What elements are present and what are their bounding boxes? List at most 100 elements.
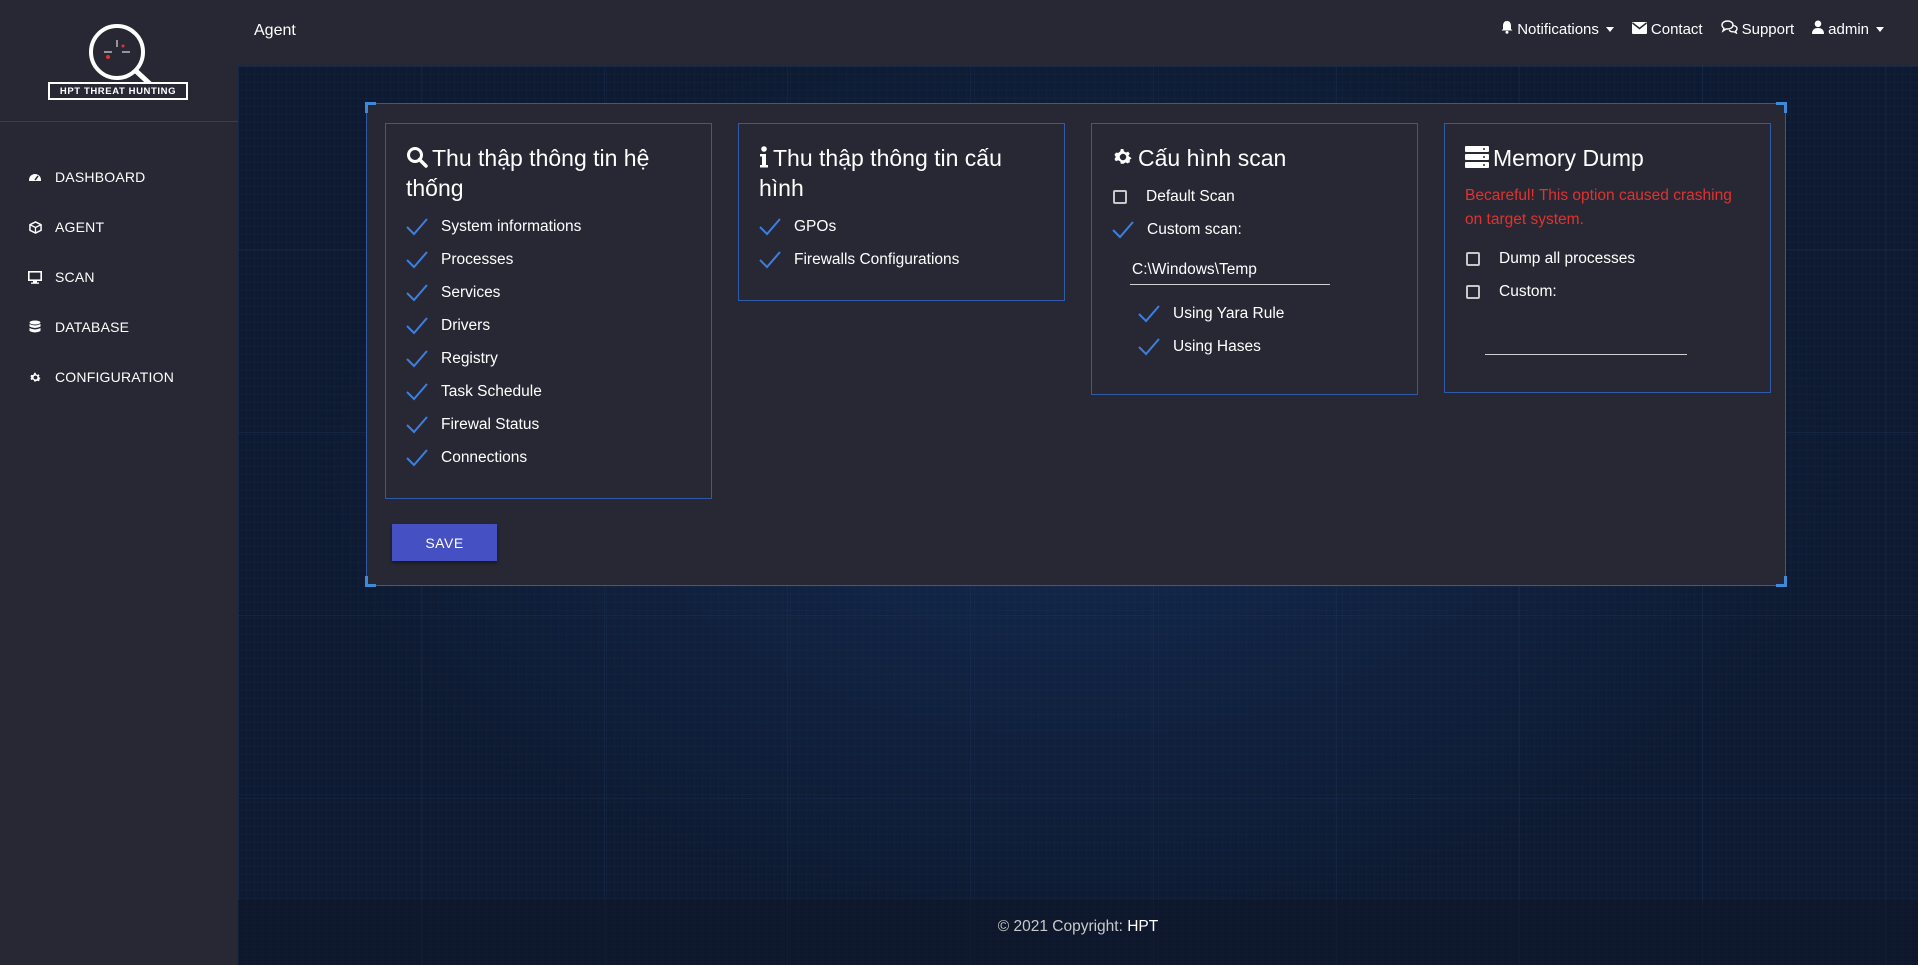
- memory-dump-card: Memory Dump Becareful! This option cause…: [1444, 123, 1771, 393]
- contact-label: Contact: [1650, 20, 1703, 38]
- checkmark-icon[interactable]: [406, 217, 428, 237]
- system-info-item[interactable]: Processes: [406, 243, 711, 276]
- bell-icon: [1501, 20, 1513, 38]
- system-info-item-label: Processes: [441, 250, 514, 268]
- main-content: Thu thập thông tin hệ thống System infor…: [238, 66, 1918, 965]
- database-icon: [28, 320, 42, 334]
- system-info-item[interactable]: Connections: [406, 441, 711, 474]
- custom-scan-path-input[interactable]: [1130, 256, 1330, 285]
- card-title: Cấu hình scan: [1092, 124, 1417, 174]
- memory-dump-warning: Becareful! This option caused crashing o…: [1465, 187, 1732, 228]
- sidebar-nav: DASHBOARD AGENT SCAN DATABASE CONFIGURAT…: [0, 152, 238, 402]
- panel-corner: [365, 576, 376, 587]
- search-icon: [406, 146, 428, 174]
- custom-dump-input[interactable]: [1485, 334, 1687, 355]
- save-button[interactable]: SAVE: [392, 524, 497, 561]
- config-info-list: GPOs Firewalls Configurations: [739, 202, 1064, 276]
- sidebar-item-dashboard[interactable]: DASHBOARD: [0, 152, 238, 202]
- yara-checkmark-icon[interactable]: [1138, 304, 1160, 324]
- config-info-item-label: GPOs: [794, 217, 837, 235]
- custom-dump-option[interactable]: Custom:: [1465, 275, 1770, 308]
- system-info-item-label: Firewal Status: [441, 415, 540, 433]
- gear-icon: [28, 370, 42, 384]
- dashboard-icon: [28, 170, 42, 184]
- system-info-item-label: Drivers: [441, 316, 491, 334]
- footer: © 2021 Copyright: HPT: [238, 900, 1918, 965]
- sidebar-item-label: AGENT: [55, 219, 105, 235]
- sidebar-item-configuration[interactable]: CONFIGURATION: [0, 352, 238, 402]
- system-info-item[interactable]: Task Schedule: [406, 375, 711, 408]
- checkmark-icon[interactable]: [406, 382, 428, 402]
- hashes-checkmark-icon[interactable]: [1138, 337, 1160, 357]
- comments-icon: [1720, 20, 1738, 38]
- copyright-text: © 2021 Copyright:: [997, 918, 1123, 935]
- scan-suboptions: Using Yara Rule Using Hases: [1092, 285, 1417, 363]
- system-info-item[interactable]: Firewal Status: [406, 408, 711, 441]
- config-info-item[interactable]: Firewalls Configurations: [759, 243, 1064, 276]
- notifications-dropdown[interactable]: Notifications: [1501, 20, 1614, 38]
- logo[interactable]: HPT THREAT HUNTING: [0, 0, 238, 122]
- info-icon: [759, 146, 769, 174]
- config-info-item[interactable]: GPOs: [759, 210, 1064, 243]
- topbar: Agent Notifications Contact Support admi…: [238, 0, 1918, 66]
- system-info-item-label: Registry: [441, 349, 498, 367]
- support-label: Support: [1741, 20, 1795, 38]
- checkmark-icon[interactable]: [759, 217, 781, 237]
- caret-down-icon: [1876, 26, 1884, 32]
- top-nav: Notifications Contact Support admin: [1501, 20, 1884, 38]
- checkmark-icon[interactable]: [406, 415, 428, 435]
- system-info-list: System informations Processes Services Driv…: [386, 202, 711, 474]
- card-title: Memory Dump: [1445, 124, 1770, 174]
- sidebar-item-label: CONFIGURATION: [55, 369, 175, 385]
- system-info-item-label: Task Schedule: [441, 382, 542, 400]
- system-info-item-label: System informations: [441, 217, 582, 235]
- checkmark-icon[interactable]: [406, 250, 428, 270]
- page-title: Agent: [254, 22, 296, 39]
- checkmark-icon[interactable]: [759, 250, 781, 270]
- server-icon: [1465, 146, 1489, 174]
- system-info-item-label: Connections: [441, 448, 528, 466]
- sidebar-item-database[interactable]: DATABASE: [0, 302, 238, 352]
- sidebar-item-label: SCAN: [55, 269, 95, 285]
- panel-corner: [365, 102, 376, 113]
- yara-rule-option[interactable]: Using Yara Rule: [1138, 297, 1417, 330]
- system-info-item-label: Services: [441, 283, 501, 301]
- logo-text: HPT THREAT HUNTING: [59, 86, 177, 97]
- user-icon: [1812, 20, 1825, 38]
- panel-corner: [1776, 576, 1787, 587]
- checkmark-icon[interactable]: [406, 448, 428, 468]
- caret-down-icon: [1605, 26, 1614, 32]
- default-scan-checkbox[interactable]: [1113, 189, 1127, 204]
- sidebar-item-scan[interactable]: SCAN: [0, 252, 238, 302]
- checkmark-icon[interactable]: [406, 316, 428, 336]
- contact-link[interactable]: Contact: [1631, 20, 1703, 38]
- custom-scan-option[interactable]: Custom scan:: [1112, 213, 1417, 246]
- checkmark-icon[interactable]: [406, 349, 428, 369]
- sidebar-item-agent[interactable]: AGENT: [0, 202, 238, 252]
- default-scan-option[interactable]: Default Scan: [1112, 180, 1417, 213]
- config-info-item-label: Firewalls Configurations: [794, 250, 960, 268]
- system-info-item[interactable]: Services: [406, 276, 711, 309]
- copyright-brand-link[interactable]: HPT: [1127, 918, 1158, 935]
- system-info-item[interactable]: Drivers: [406, 309, 711, 342]
- support-link[interactable]: Support: [1720, 20, 1795, 38]
- system-info-item[interactable]: System informations: [406, 210, 711, 243]
- panel-corner: [1776, 102, 1787, 113]
- system-info-item[interactable]: Registry: [406, 342, 711, 375]
- envelope-icon: [1631, 21, 1647, 38]
- scan-options: Default Scan Custom scan:: [1092, 174, 1417, 246]
- hashes-option[interactable]: Using Hases: [1138, 330, 1417, 363]
- custom-dump-checkbox[interactable]: [1466, 284, 1480, 299]
- checkmark-icon[interactable]: [406, 283, 428, 303]
- agent-config-panel: Thu thập thông tin hệ thống System infor…: [365, 102, 1787, 587]
- scan-config-card: Cấu hình scan Default Scan Custom scan: …: [1091, 123, 1418, 395]
- dump-all-checkbox[interactable]: [1466, 251, 1480, 266]
- user-label: admin: [1828, 20, 1869, 38]
- card-title: Thu thập thông tin cấu hình: [759, 145, 1002, 201]
- gear-icon: [1112, 146, 1134, 174]
- user-dropdown[interactable]: admin: [1812, 20, 1884, 38]
- sidebar: HPT THREAT HUNTING DASHBOARD AGENT SCAN …: [0, 0, 238, 965]
- card-title: Thu thập thông tin hệ thống: [406, 145, 650, 201]
- custom-scan-checkmark-icon[interactable]: [1112, 220, 1134, 240]
- dump-all-option[interactable]: Dump all processes: [1465, 242, 1770, 275]
